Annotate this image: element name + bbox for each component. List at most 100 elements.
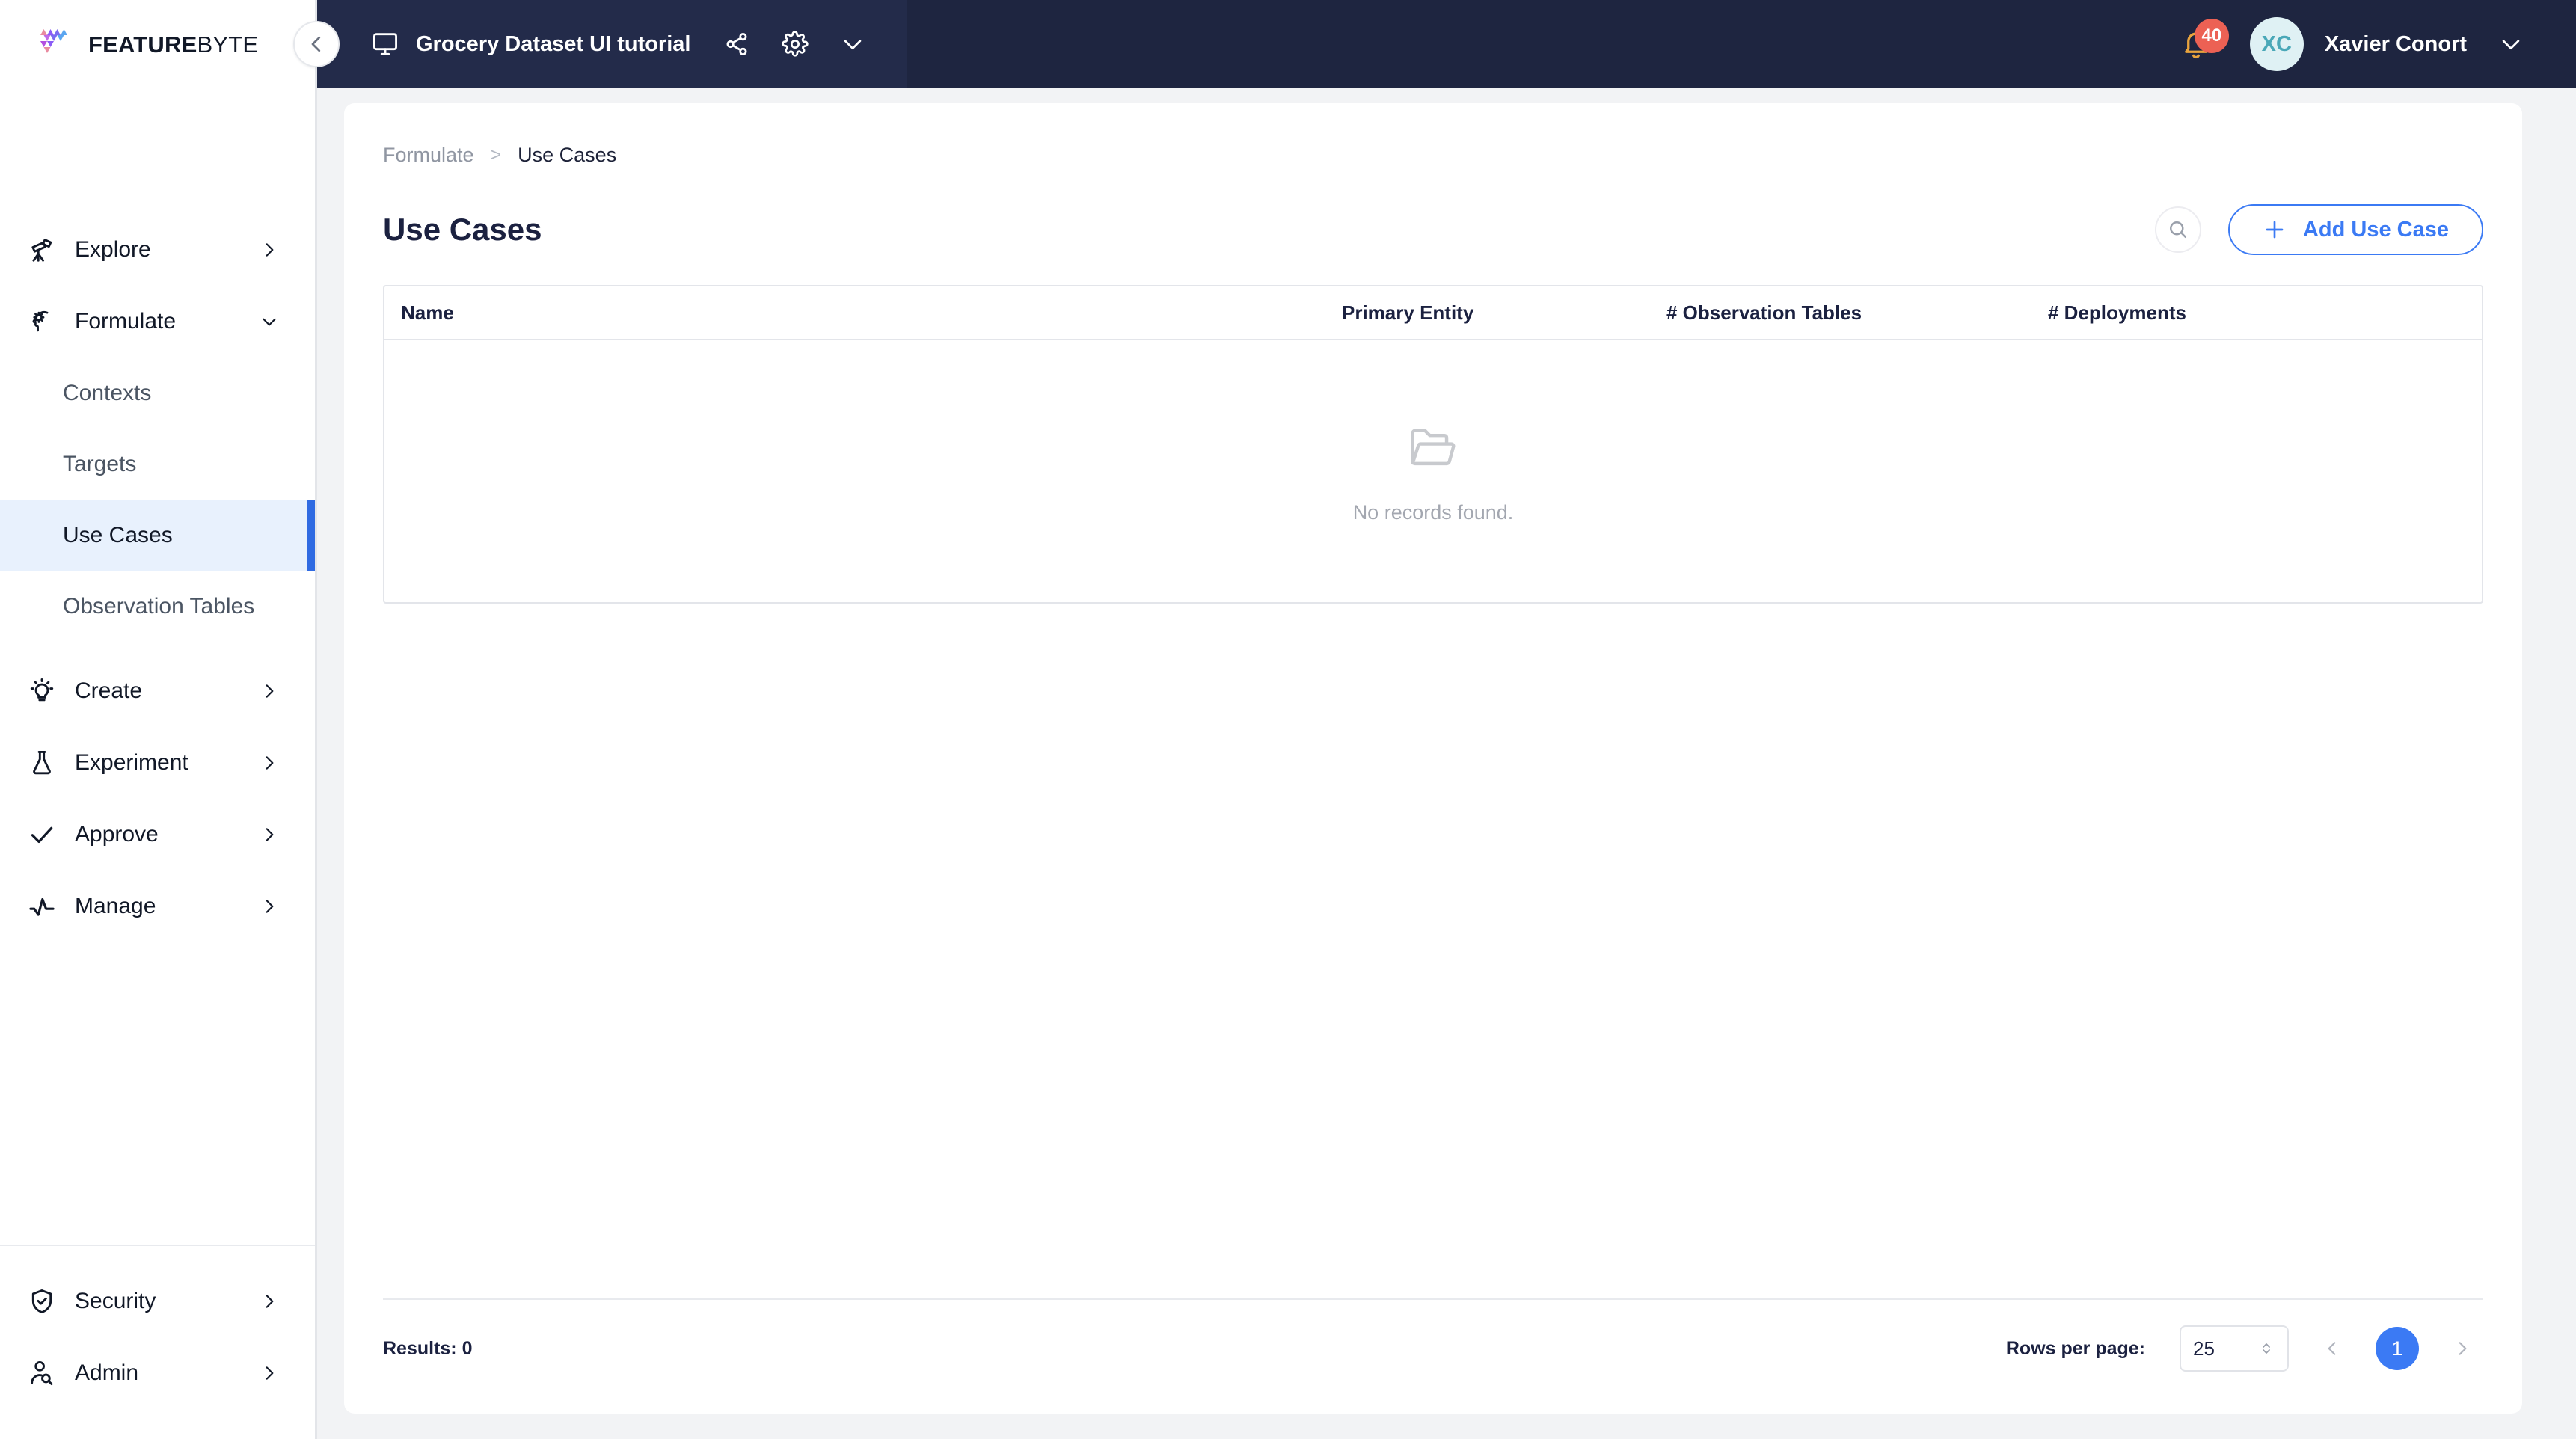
sidebar-collapse-button[interactable] bbox=[293, 21, 340, 67]
check-icon bbox=[24, 820, 60, 849]
column-header-deployments[interactable]: # Deployments bbox=[2048, 301, 2422, 325]
sidebar-item-label: Observation Tables bbox=[63, 593, 255, 619]
search-icon bbox=[2169, 221, 2186, 238]
sidebar-item-label: Targets bbox=[63, 451, 137, 476]
add-use-case-button[interactable]: Add Use Case bbox=[2227, 204, 2483, 255]
chevron-right-icon bbox=[260, 753, 279, 773]
chevron-left-icon bbox=[2328, 1342, 2336, 1355]
page-actions: Add Use Case bbox=[2154, 204, 2483, 255]
sidebar-item-create[interactable]: Create bbox=[0, 655, 315, 727]
featurebyte-logo-icon bbox=[40, 29, 67, 53]
sidebar-item-label: Use Cases bbox=[63, 522, 173, 547]
column-header-primary-entity[interactable]: Primary Entity bbox=[1342, 301, 1666, 325]
breadcrumb: Formulate > Use Cases bbox=[383, 144, 2483, 167]
chevron-right-icon bbox=[260, 1363, 279, 1383]
sidebar: FEATUREBYTE Explore Formulate Contexts T… bbox=[0, 0, 317, 1439]
sidebar-item-observation-tables[interactable]: Observation Tables bbox=[0, 571, 315, 642]
dataset-name: Grocery Dataset UI tutorial bbox=[416, 31, 691, 56]
brain-gear-icon bbox=[24, 307, 60, 336]
rows-per-page-label: Rows per page: bbox=[2005, 1337, 2145, 1359]
notifications-button[interactable]: 40 bbox=[2175, 19, 2229, 65]
sidebar-item-formulate[interactable]: Formulate bbox=[0, 286, 315, 358]
pagination-controls: Rows per page: 25 1 bbox=[2006, 1325, 2483, 1372]
add-use-case-label: Add Use Case bbox=[2302, 217, 2449, 242]
rows-per-page-value: 25 bbox=[2193, 1337, 2215, 1360]
shield-check-icon bbox=[24, 1287, 60, 1316]
sidebar-item-label: Create bbox=[75, 678, 143, 703]
brand-logo[interactable]: FEATUREBYTE bbox=[0, 0, 315, 88]
next-page-button[interactable] bbox=[2441, 1328, 2483, 1369]
sidebar-subnav-formulate: Observation Tables bbox=[0, 571, 315, 642]
use-cases-table: Name Primary Entity # Observation Tables… bbox=[383, 285, 2483, 604]
chevron-left-icon bbox=[311, 36, 321, 52]
notification-count-badge: 40 bbox=[2194, 19, 2229, 53]
share-icon[interactable] bbox=[723, 31, 750, 58]
chevron-right-icon bbox=[2459, 1342, 2467, 1355]
breadcrumb-separator: > bbox=[490, 144, 502, 165]
sidebar-item-experiment[interactable]: Experiment bbox=[0, 727, 315, 799]
breadcrumb-current: Use Cases bbox=[518, 144, 617, 166]
sidebar-item-contexts[interactable]: Contexts bbox=[0, 358, 315, 429]
sidebar-item-targets[interactable]: Targets bbox=[0, 429, 315, 500]
content-panel: Formulate > Use Cases Use Cases Add Use … bbox=[344, 103, 2522, 1414]
sidebar-subnav-formulate: Use Cases bbox=[0, 500, 315, 571]
empty-state-message: No records found. bbox=[1352, 500, 1514, 524]
sidebar-subnav-formulate: Targets bbox=[0, 429, 315, 500]
page-title: Use Cases bbox=[383, 212, 542, 247]
sidebar-item-security[interactable]: Security bbox=[0, 1265, 315, 1337]
column-header-observation-tables[interactable]: # Observation Tables bbox=[1666, 301, 2048, 325]
brand-name-bold: FEATURE bbox=[88, 31, 197, 58]
lightbulb-icon bbox=[24, 677, 60, 705]
folder-open-icon bbox=[1411, 429, 1456, 465]
previous-page-button[interactable] bbox=[2311, 1328, 2353, 1369]
monitor-icon bbox=[371, 30, 399, 58]
chevron-right-icon bbox=[260, 1292, 279, 1311]
empty-state: No records found. bbox=[384, 340, 2482, 602]
sidebar-item-label: Approve bbox=[75, 822, 159, 847]
column-header-name[interactable]: Name bbox=[384, 301, 1342, 325]
top-header-bar: Grocery Dataset UI tutorial 40 XC Xavier… bbox=[317, 0, 2576, 88]
activity-pulse-icon bbox=[24, 892, 60, 921]
search-button[interactable] bbox=[2154, 206, 2201, 253]
chevron-right-icon bbox=[260, 897, 279, 916]
chevron-right-icon bbox=[260, 240, 279, 260]
sidebar-item-label: Security bbox=[75, 1289, 156, 1313]
flask-icon bbox=[24, 749, 60, 777]
sidebar-item-label: Experiment bbox=[75, 750, 188, 775]
sidebar-item-admin[interactable]: Admin bbox=[0, 1337, 315, 1409]
avatar[interactable]: XC bbox=[2249, 17, 2304, 71]
dataset-dropdown-chevron-down-icon[interactable] bbox=[840, 31, 865, 57]
page-number-1-button[interactable]: 1 bbox=[2376, 1327, 2419, 1370]
plus-icon bbox=[2266, 221, 2284, 239]
sidebar-nav-secondary: Security Admin bbox=[0, 1245, 315, 1439]
results-count: Results: 0 bbox=[383, 1337, 473, 1359]
sidebar-item-label: Formulate bbox=[75, 309, 177, 334]
chevron-right-icon bbox=[260, 825, 279, 844]
rows-per-page-select[interactable]: 25 bbox=[2180, 1325, 2289, 1372]
top-header-actions: 40 XC Xavier Conort bbox=[2175, 17, 2576, 71]
gear-icon[interactable] bbox=[782, 31, 809, 58]
table-footer: Results: 0 Rows per page: 25 1 bbox=[383, 1298, 2483, 1372]
brand-name: FEATUREBYTE bbox=[88, 33, 258, 56]
chevron-up-down-icon bbox=[2257, 1340, 2275, 1357]
sidebar-item-approve[interactable]: Approve bbox=[0, 799, 315, 871]
user-menu-chevron-down-icon[interactable] bbox=[2498, 31, 2524, 57]
sidebar-item-use-cases[interactable]: Use Cases bbox=[0, 500, 315, 571]
chevron-down-icon bbox=[260, 312, 279, 331]
sidebar-item-label: Admin bbox=[75, 1360, 139, 1385]
sidebar-subnav-formulate: Contexts bbox=[0, 358, 315, 429]
sidebar-item-label: Contexts bbox=[63, 380, 152, 405]
table-header-row: Name Primary Entity # Observation Tables… bbox=[384, 286, 2482, 340]
brand-name-light: BYTE bbox=[197, 31, 259, 58]
page-title-row: Use Cases Add Use Case bbox=[383, 204, 2483, 255]
sidebar-item-label: Manage bbox=[75, 894, 156, 918]
dataset-selector[interactable]: Grocery Dataset UI tutorial bbox=[317, 0, 908, 88]
sidebar-nav-primary: Explore Formulate Contexts Targets Use C… bbox=[0, 88, 315, 1245]
sidebar-item-manage[interactable]: Manage bbox=[0, 871, 315, 942]
app-root: FEATUREBYTE Explore Formulate Contexts T… bbox=[0, 0, 2576, 1439]
chevron-right-icon bbox=[260, 681, 279, 701]
sidebar-item-explore[interactable]: Explore bbox=[0, 214, 315, 286]
user-name: Xavier Conort bbox=[2324, 31, 2467, 56]
breadcrumb-parent[interactable]: Formulate bbox=[383, 144, 474, 167]
telescope-icon bbox=[24, 236, 60, 264]
